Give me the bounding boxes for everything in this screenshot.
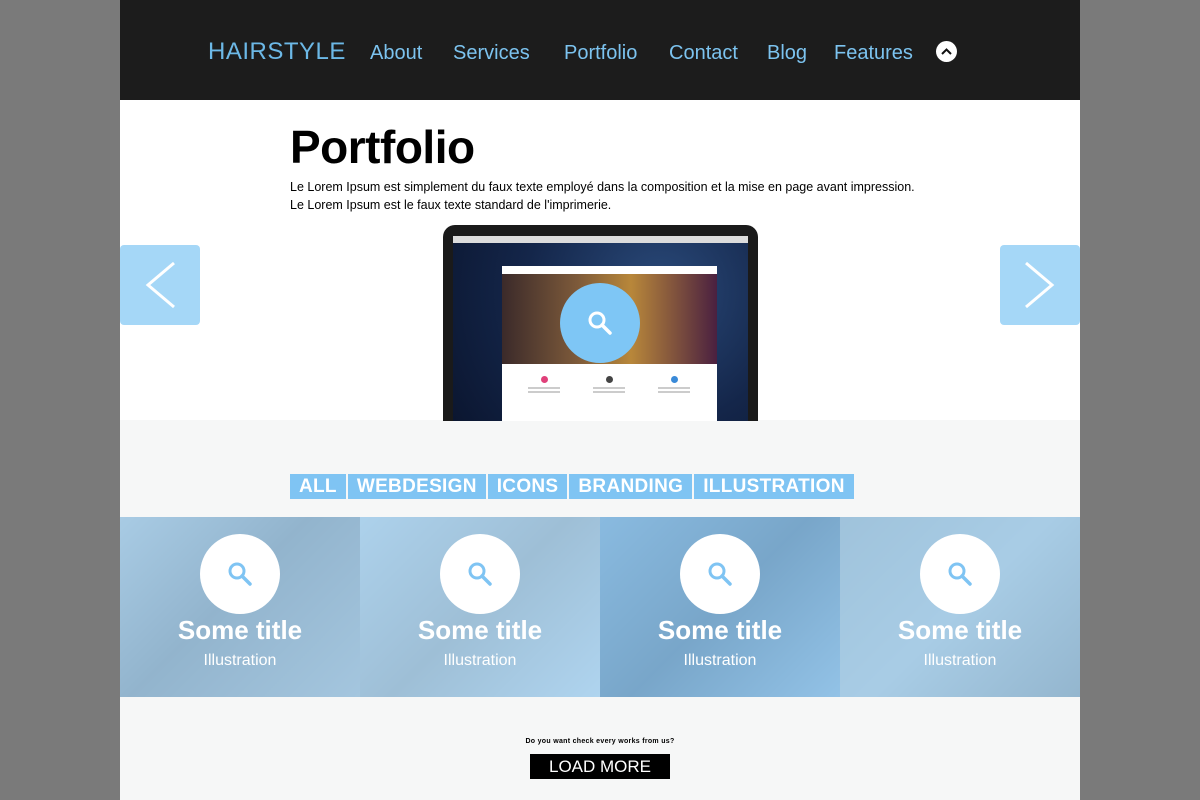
gallery-search-button[interactable] — [200, 534, 280, 614]
slider-next-button[interactable] — [1000, 245, 1080, 325]
preview-search-button[interactable] — [560, 283, 640, 363]
hero-text-line: Le Lorem Ipsum est simplement du faux te… — [290, 180, 915, 194]
filter-all[interactable]: ALL — [290, 474, 346, 499]
gallery-item[interactable]: Some title Illustration — [600, 517, 840, 697]
hero-text-line: Le Lorem Ipsum est le faux texte standar… — [290, 198, 612, 212]
filter-illustration[interactable]: ILLUSTRATION — [694, 474, 854, 499]
gallery-search-button[interactable] — [440, 534, 520, 614]
gallery-item-title: Some title — [657, 615, 783, 645]
load-more-section: Do you want check every works from us? L… — [120, 697, 1080, 800]
load-more-prompt: Do you want check every works from us? — [525, 738, 675, 745]
filter-branding[interactable]: BRANDING — [569, 474, 693, 499]
feature-thumb — [524, 376, 564, 395]
gallery-item-category: Illustration — [203, 652, 277, 669]
gallery-item-category: Illustration — [923, 652, 997, 669]
nav-features[interactable]: Features — [834, 42, 913, 65]
gallery-item-title: Some title — [417, 615, 543, 645]
site-header: HAIRSTYLE About Services Portfolio Conta… — [120, 0, 1080, 100]
chevron-right-icon — [1025, 261, 1055, 309]
gallery-item-title: Some title — [177, 615, 303, 645]
search-icon — [708, 562, 732, 586]
nav-services[interactable]: Services — [453, 42, 530, 65]
gallery-search-button[interactable] — [920, 534, 1000, 614]
chevron-up-icon[interactable] — [936, 41, 957, 62]
gallery-item[interactable]: Some title Illustration — [840, 517, 1080, 697]
slider-prev-button[interactable] — [120, 245, 200, 325]
gallery-item[interactable]: Some title Illustration — [120, 517, 360, 697]
nav-contact[interactable]: Contact — [669, 42, 738, 65]
page-title: Portfolio — [290, 121, 475, 173]
filter-icons[interactable]: ICONS — [487, 474, 568, 499]
page: HAIRSTYLE About Services Portfolio Conta… — [120, 0, 1080, 800]
gallery-item[interactable]: Some title Illustration — [360, 517, 600, 697]
mac-menubar — [453, 236, 748, 243]
search-icon — [228, 562, 252, 586]
gallery-item-category: Illustration — [683, 652, 757, 669]
portfolio-filters: ALL WEBDESIGN ICONS BRANDING ILLUSTRATIO… — [290, 474, 856, 499]
nav-portfolio[interactable]: Portfolio — [564, 42, 637, 65]
gallery-item-title: Some title — [897, 615, 1023, 645]
portfolio-gallery: Some title Illustration Some title Illus… — [120, 517, 1080, 697]
search-icon — [468, 562, 492, 586]
filter-webdesign[interactable]: WEBDESIGN — [347, 474, 486, 499]
load-more-button[interactable]: LOAD MORE — [530, 754, 670, 779]
nav-about[interactable]: About — [370, 42, 422, 65]
feature-thumb — [654, 376, 694, 395]
portfolio-hero: Portfolio Le Lorem Ipsum est simplement … — [120, 100, 1080, 421]
chevron-left-icon — [145, 261, 175, 309]
gallery-item-category: Illustration — [443, 652, 517, 669]
feature-thumb — [589, 376, 629, 395]
hero-description: Le Lorem Ipsum est simplement du faux te… — [290, 178, 915, 214]
nav-blog[interactable]: Blog — [767, 42, 807, 65]
search-icon — [948, 562, 972, 586]
gallery-search-button[interactable] — [680, 534, 760, 614]
search-icon — [588, 311, 612, 335]
site-logo[interactable]: HAIRSTYLE — [208, 38, 346, 66]
